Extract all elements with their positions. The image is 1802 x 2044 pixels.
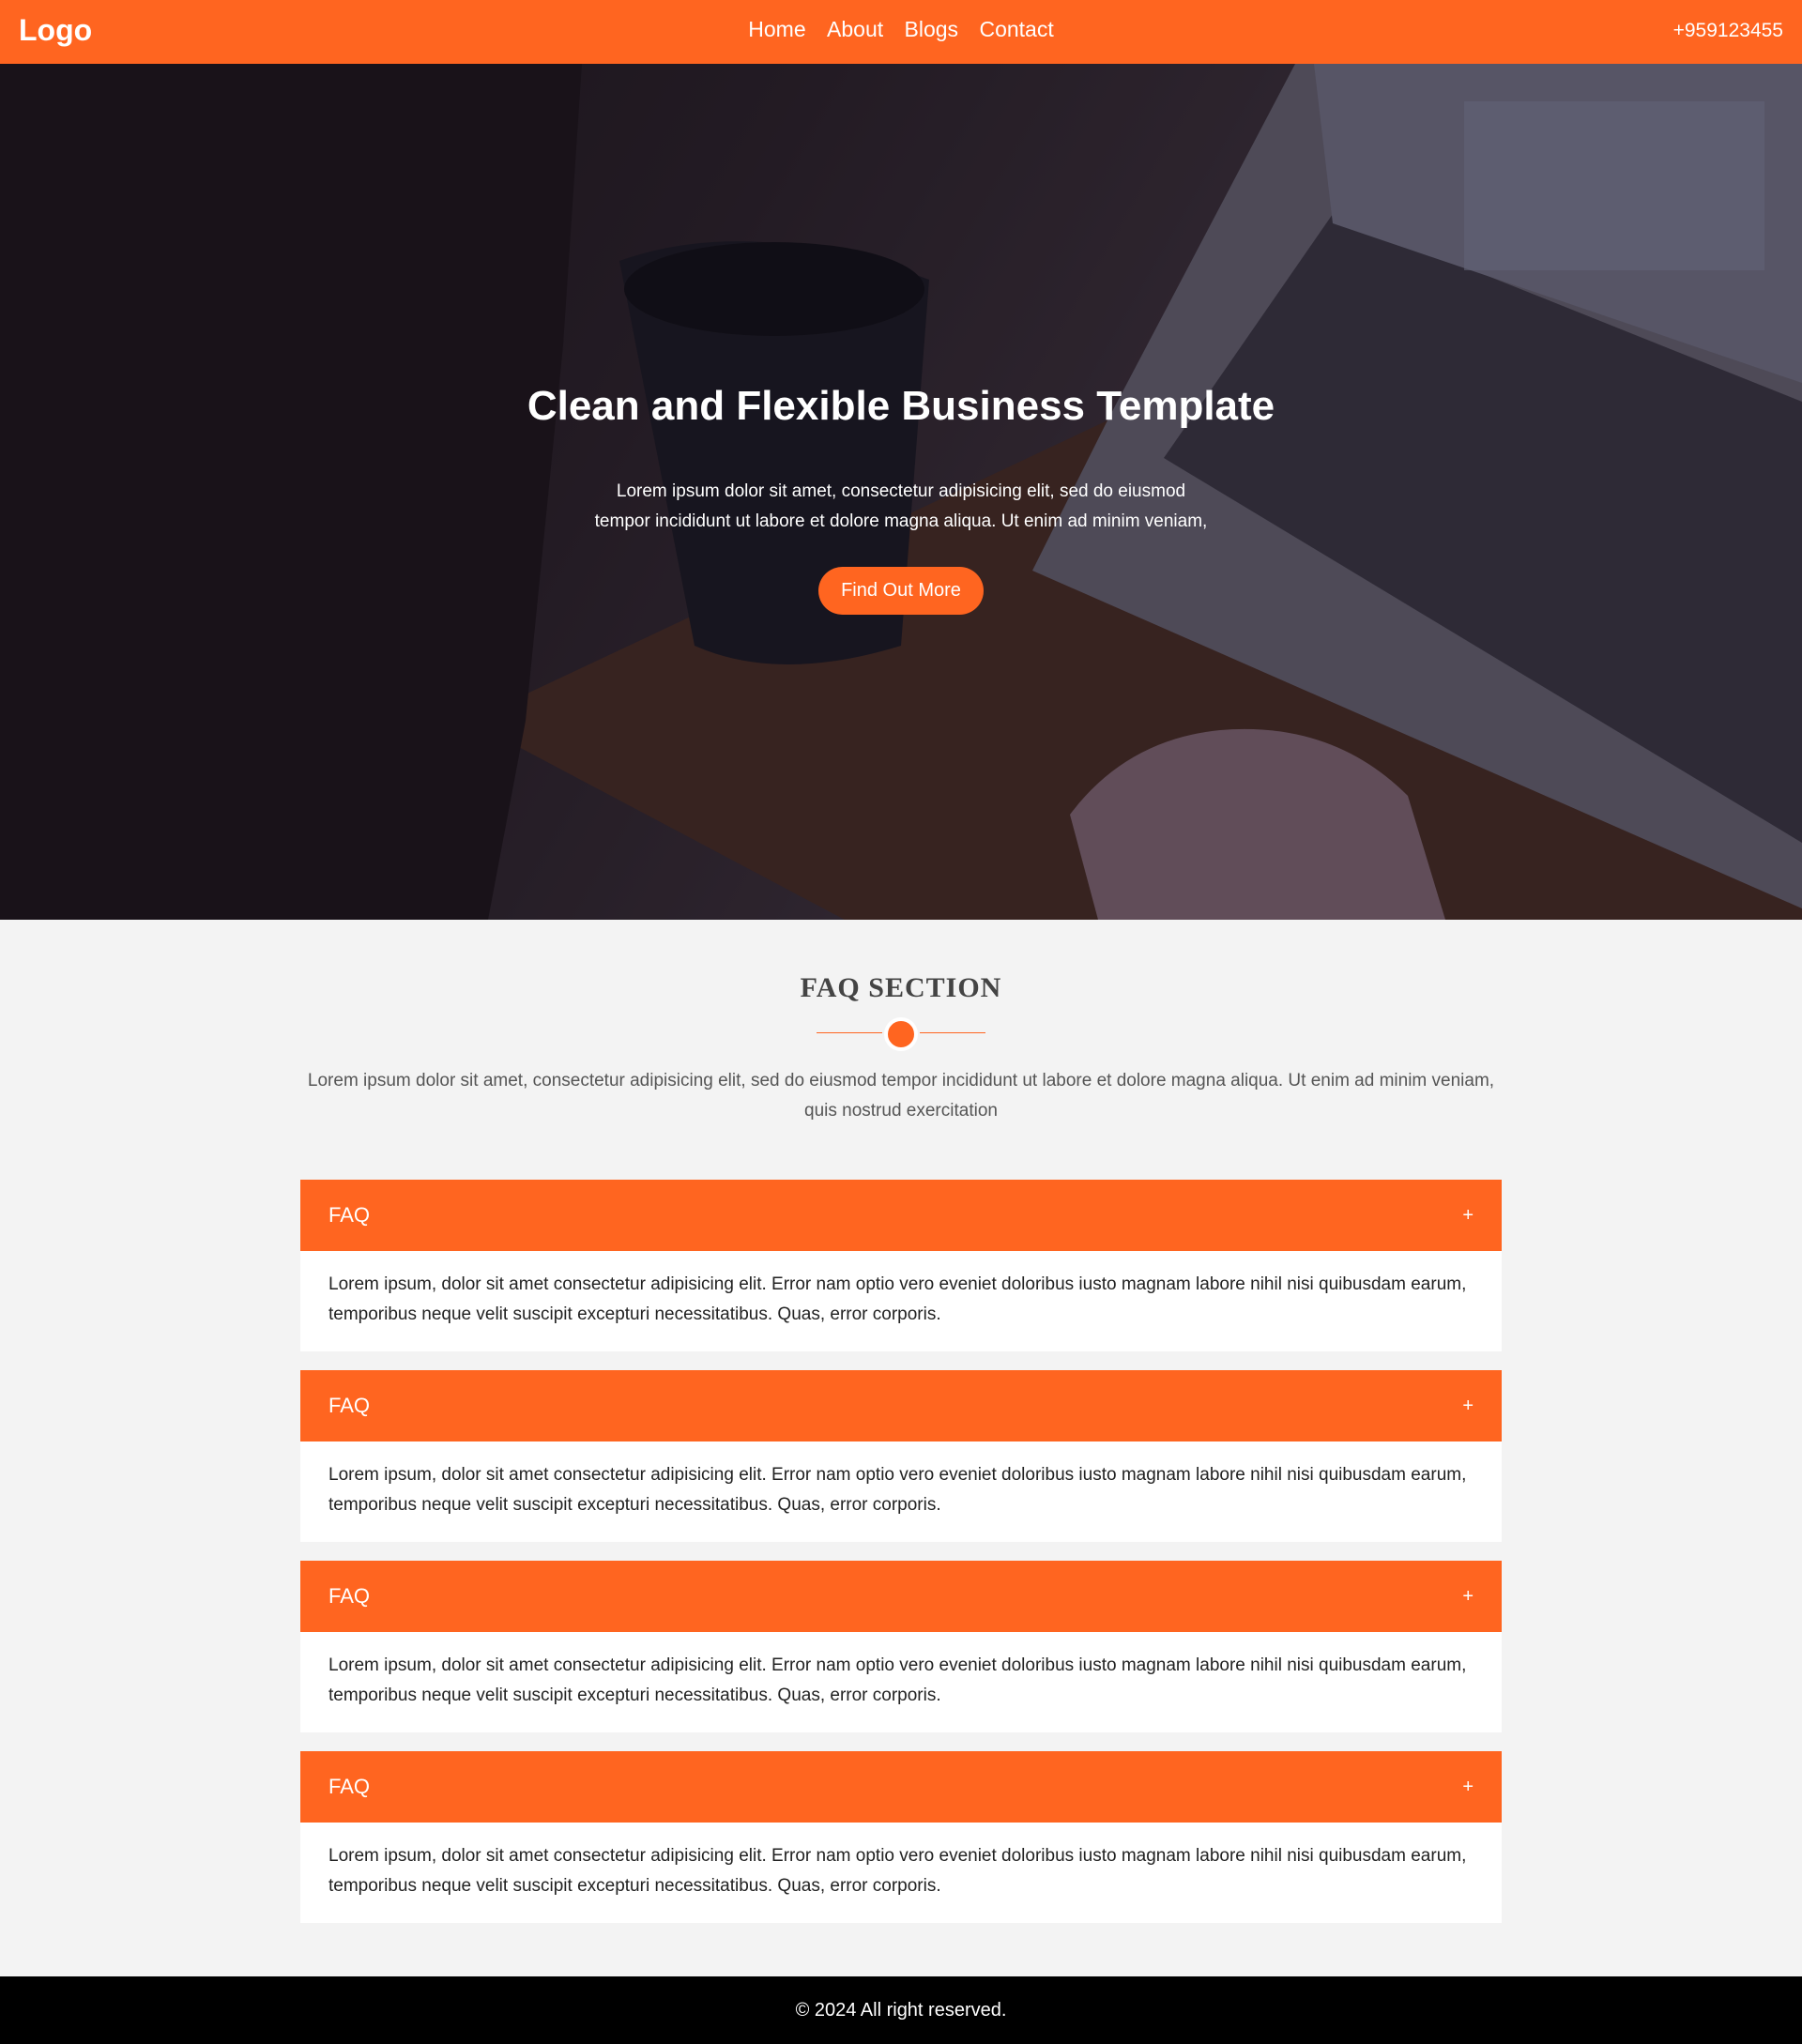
hero-description-line-1: Lorem ipsum dolor sit amet, consectetur …	[616, 481, 1186, 501]
faq-answer: Lorem ipsum, dolor sit amet consectetur …	[300, 1441, 1502, 1542]
nav-links: Home About Blogs Contact	[0, 17, 1802, 42]
find-out-more-button[interactable]: Find Out More	[818, 567, 984, 615]
hero-description-line-2: tempor incididunt ut labore et dolore ma…	[594, 511, 1208, 531]
faq-item: FAQ + Lorem ipsum, dolor sit amet consec…	[300, 1370, 1502, 1542]
plus-icon[interactable]: +	[1462, 1586, 1474, 1608]
faq-question[interactable]: FAQ +	[300, 1180, 1502, 1251]
nav-link-about[interactable]: About	[827, 17, 883, 41]
nav-link-contact[interactable]: Contact	[979, 17, 1053, 41]
faq-question-label: FAQ	[328, 1584, 371, 1608]
faq-question[interactable]: FAQ +	[300, 1751, 1502, 1823]
faq-item: FAQ + Lorem ipsum, dolor sit amet consec…	[300, 1751, 1502, 1923]
faq-answer: Lorem ipsum, dolor sit amet consectetur …	[300, 1251, 1502, 1351]
faq-item: FAQ + Lorem ipsum, dolor sit amet consec…	[300, 1561, 1502, 1732]
faq-heading: FAQ SECTION	[800, 972, 1002, 1003]
heading-divider	[817, 1014, 985, 1051]
faq-question[interactable]: FAQ +	[300, 1370, 1502, 1441]
phone-number[interactable]: +959123455	[1673, 20, 1783, 42]
faq-list: FAQ + Lorem ipsum, dolor sit amet consec…	[300, 1180, 1502, 1942]
divider-line-right	[920, 1032, 985, 1033]
hero-content: Clean and Flexible Business Template Lor…	[0, 383, 1802, 615]
faq-answer: Lorem ipsum, dolor sit amet consectetur …	[300, 1632, 1502, 1732]
hero-section: Clean and Flexible Business Template Lor…	[0, 64, 1802, 920]
faq-question-label: FAQ	[328, 1775, 371, 1798]
hero-description: Lorem ipsum dolor sit amet, consectetur …	[563, 477, 1239, 537]
faq-item: FAQ + Lorem ipsum, dolor sit amet consec…	[300, 1180, 1502, 1351]
divider-line-left	[817, 1032, 882, 1033]
footer-copyright: © 2024 All right reserved.	[795, 2000, 1007, 2021]
nav-link-home[interactable]: Home	[748, 17, 805, 41]
plus-icon[interactable]: +	[1462, 1777, 1474, 1798]
plus-icon[interactable]: +	[1462, 1396, 1474, 1417]
faq-question-label: FAQ	[328, 1203, 371, 1227]
faq-intro: Lorem ipsum dolor sit amet, consectetur …	[307, 1071, 1495, 1121]
nav-link-blogs[interactable]: Blogs	[905, 17, 959, 41]
faq-question[interactable]: FAQ +	[300, 1561, 1502, 1632]
faq-question-label: FAQ	[328, 1394, 371, 1417]
navbar: Logo Home About Blogs Contact +959123455	[0, 0, 1802, 64]
plus-icon[interactable]: +	[1462, 1205, 1474, 1227]
footer: © 2024 All right reserved.	[0, 1976, 1802, 2044]
hero-title: Clean and Flexible Business Template	[527, 383, 1275, 429]
faq-section: FAQ SECTION Lorem ipsum dolor sit amet, …	[0, 920, 1802, 1923]
faq-answer: Lorem ipsum, dolor sit amet consectetur …	[300, 1823, 1502, 1923]
divider-dot	[884, 1017, 918, 1051]
